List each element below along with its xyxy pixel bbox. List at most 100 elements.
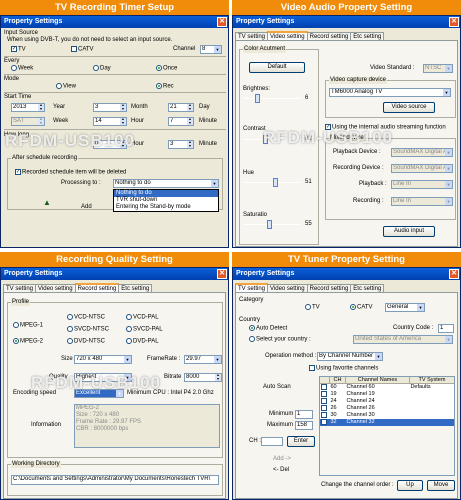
slider-thumb[interactable] — [255, 94, 260, 103]
catv-select[interactable]: General ▼ — [385, 303, 425, 312]
day-field[interactable]: 21 ▲ ▼ — [168, 103, 194, 112]
slider-thumb[interactable] — [263, 135, 268, 144]
every-once-radio[interactable]: Once — [156, 65, 177, 72]
row-checkbox[interactable] — [320, 397, 330, 405]
dropdown-option[interactable]: TVR shut-down — [114, 197, 218, 204]
row-name: Channel 60 — [346, 384, 375, 391]
mixer-label: Mixer device — [329, 135, 365, 142]
quality-select[interactable]: Highest ▼ — [74, 373, 132, 382]
table-row[interactable]: 32 Channel 32 — [319, 418, 455, 426]
slider-thumb[interactable] — [267, 220, 272, 229]
dropdown-option[interactable]: Nothing to do — [114, 190, 218, 197]
add-button[interactable]: Add — [81, 204, 92, 210]
duration-minute-field[interactable]: 3 ▲ ▼ — [168, 140, 194, 149]
channel-select[interactable]: 8 ▼ — [200, 45, 222, 54]
auto-detect-radio[interactable]: Auto Detect — [249, 325, 287, 332]
row-checkbox[interactable] — [320, 390, 330, 398]
spinner-icon[interactable]: ▲ ▼ — [187, 118, 193, 125]
spinner-icon[interactable]: ▲ ▼ — [187, 104, 193, 111]
size-select[interactable]: 720 x 480 ▼ — [74, 355, 132, 364]
mode-view-radio[interactable]: View — [56, 83, 76, 90]
spinner-icon[interactable]: ▲ ▼ — [120, 141, 126, 148]
month-field[interactable]: 3 ▲ ▼ — [93, 103, 127, 112]
week-label: Week — [53, 118, 69, 124]
every-day-radio[interactable]: Day — [93, 65, 111, 72]
framerate-select[interactable]: 29.97 ▼ — [184, 355, 222, 364]
row-checkbox[interactable] — [320, 384, 330, 391]
spinner-icon[interactable]: ▲ ▼ — [215, 374, 221, 381]
row-checkbox[interactable] — [319, 418, 330, 426]
catv-checkbox[interactable]: CATV — [71, 46, 94, 53]
auto-scan-button[interactable]: Auto Scan — [263, 384, 291, 390]
start-time-label: Start Time — [4, 94, 32, 100]
table-row[interactable]: 30 Channel 30 — [320, 411, 455, 419]
tv-radio[interactable]: TV — [305, 304, 320, 311]
processing-select[interactable]: Nothing to do ▼ — [113, 179, 219, 188]
video-source-button[interactable]: Video source — [383, 102, 435, 113]
select-country-radio[interactable]: Select your country : — [249, 336, 311, 343]
banner-timer: TV Recording Timer Setup — [0, 0, 229, 15]
operation-method-select[interactable]: By Channel Number ▼ — [317, 352, 383, 361]
catv-radio[interactable]: CATV — [350, 304, 373, 311]
spinner-icon[interactable]: ▲ ▼ — [120, 118, 126, 125]
dvd-pal-radio[interactable]: DVD-PAL — [126, 338, 159, 345]
country-code-field[interactable]: 1 — [438, 324, 454, 333]
bitrate-field[interactable]: 8000 ▲ ▼ — [184, 373, 222, 382]
minute-field[interactable]: 7 ▲ ▼ — [168, 117, 194, 126]
add-arrow-icon[interactable]: ▲ — [43, 198, 51, 207]
mpeg1-radio[interactable]: MPEG-1 — [13, 322, 43, 329]
hour-field[interactable]: 14 ▲ ▼ — [93, 117, 127, 126]
slider-thumb[interactable] — [273, 178, 278, 187]
spinner-icon[interactable]: ▲ ▼ — [120, 104, 126, 111]
dialog-recording-quality: Property Settings ✕ TV setting Video setti… — [0, 267, 229, 500]
recorded-delete-checkbox[interactable]: ✓ Recorded schedule item will be deleted — [15, 169, 126, 176]
internal-audio-checkbox[interactable]: ✓ Using the internal audio streaming func… — [325, 124, 446, 131]
row-checkbox[interactable] — [320, 404, 330, 412]
spinner-icon[interactable]: ▲ ▼ — [187, 141, 193, 148]
tv-checkbox[interactable]: ✓ TV — [11, 46, 26, 53]
close-icon[interactable]: ✕ — [449, 269, 459, 279]
working-directory-field[interactable]: C:\Documents and Settings\Administrator\… — [11, 475, 219, 485]
spinner-icon[interactable]: ▲ ▼ — [38, 104, 44, 111]
hue-slider[interactable] — [243, 178, 301, 187]
saturation-slider[interactable] — [243, 220, 301, 229]
dvd-ntsc-radio[interactable]: DVD-NTSC — [67, 338, 105, 345]
brightness-slider[interactable] — [243, 94, 301, 103]
up-button[interactable]: Up — [397, 480, 423, 491]
svcd-ntsc-radio[interactable]: SVCD-NTSC — [67, 326, 109, 333]
vcd-pal-radio[interactable]: VCD-PAL — [126, 314, 159, 321]
encoding-speed-select[interactable]: Excellent ▼ — [74, 389, 124, 398]
table-row[interactable]: 24 Channel 24 — [320, 397, 455, 405]
dropdown-option[interactable]: Entering the Stand-by mode — [114, 204, 218, 211]
minimum-field[interactable]: 1 — [295, 410, 313, 419]
svcd-pal-radio[interactable]: SVCD-PAL — [126, 326, 163, 333]
maximum-field[interactable]: 158 — [295, 421, 313, 430]
every-week-radio[interactable]: Week — [11, 65, 33, 72]
close-icon[interactable]: ✕ — [217, 269, 227, 279]
close-icon[interactable]: ✕ — [449, 17, 459, 27]
table-row[interactable]: 26 Channel 26 — [320, 404, 455, 412]
row-checkbox[interactable] — [320, 411, 330, 419]
saturation-value: 55 — [305, 221, 312, 227]
mode-rec-radio[interactable]: Rec — [156, 83, 174, 90]
table-row[interactable]: 19 Channel 19 — [320, 390, 455, 398]
duration-hour-field[interactable]: 0 ▲ ▼ — [93, 140, 127, 149]
maximum-value: 158 — [297, 422, 308, 428]
vcd-ntsc-radio[interactable]: VCD-NTSC — [67, 314, 105, 321]
add-channel-button[interactable]: Add -> — [273, 456, 291, 462]
close-icon[interactable]: ✕ — [217, 17, 227, 27]
year-field[interactable]: 2013 ▲ ▼ — [11, 103, 45, 112]
contrast-slider[interactable] — [243, 135, 301, 144]
favorite-channels-checkbox[interactable]: Using favorite channels — [309, 365, 378, 372]
audio-input-button[interactable]: Audio input — [383, 226, 435, 237]
capture-device-select[interactable]: TM6000 Analog TV ▼ — [329, 88, 451, 97]
enter-button[interactable]: Enter — [287, 436, 315, 447]
move-button[interactable]: Move — [427, 480, 455, 491]
del-channel-button[interactable]: <- Del — [273, 467, 289, 473]
ch-field[interactable] — [261, 437, 283, 446]
table-row[interactable]: 60 Channel 60 Defaults — [320, 384, 455, 391]
chevron-down-icon: ▼ — [375, 353, 382, 360]
mpeg2-radio[interactable]: MPEG-2 — [13, 338, 43, 345]
default-button[interactable]: Default — [249, 62, 305, 73]
processing-dropdown[interactable]: Nothing to do TVR shut-down Entering the… — [113, 189, 219, 212]
